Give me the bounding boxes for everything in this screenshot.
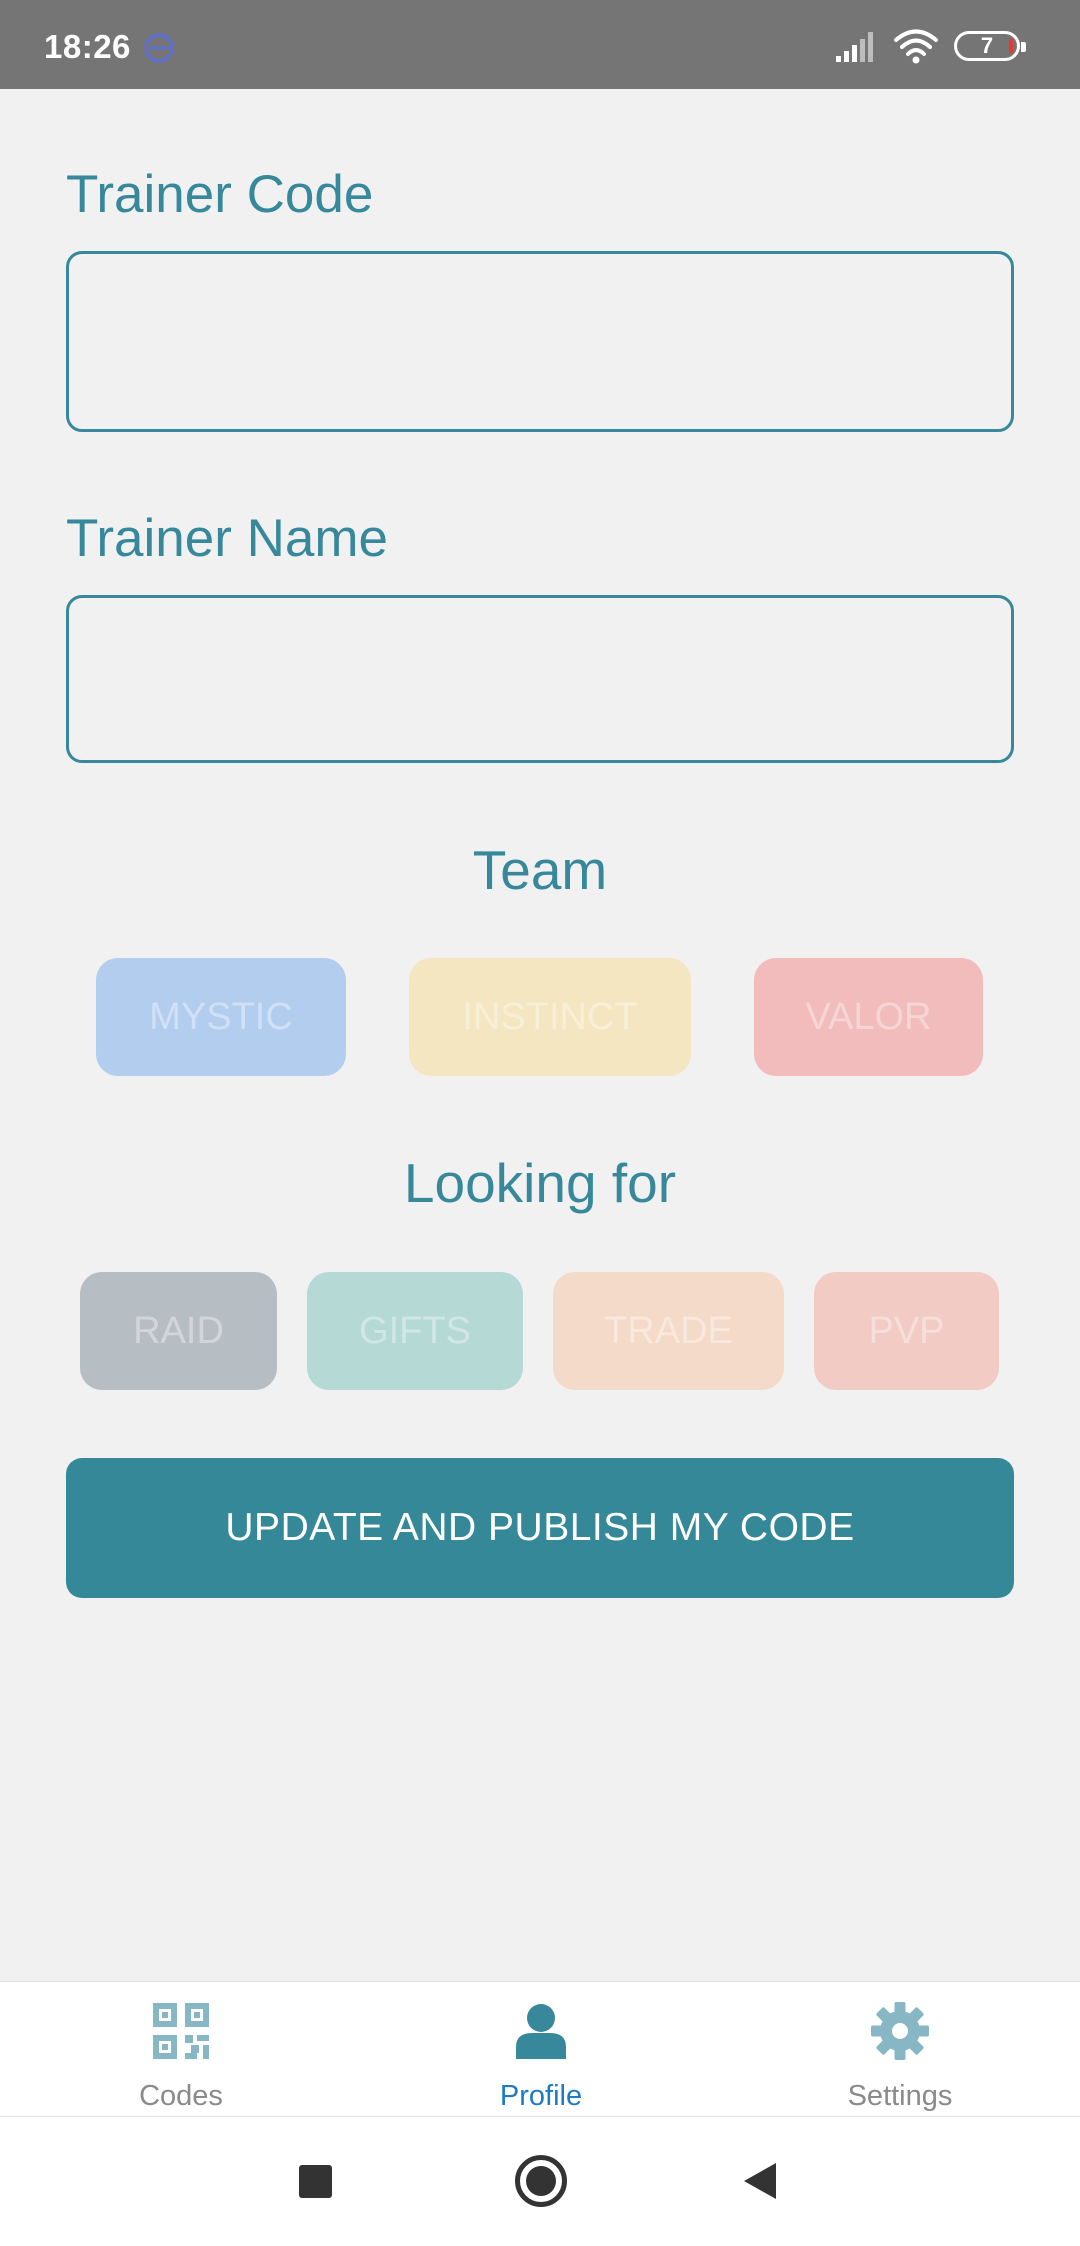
status-bar: 18:26 7 [0, 0, 1080, 89]
update-and-publish-button[interactable]: UPDATE AND PUBLISH MY CODE [66, 1458, 1014, 1598]
team-mystic-button[interactable]: MYSTIC [96, 958, 346, 1076]
profile-screen: 18:26 7 Trainer Code Trainer Name Team M… [0, 0, 1080, 2246]
home-button[interactable] [515, 2155, 567, 2207]
trainer-name-label: Trainer Name [66, 509, 389, 568]
nav-item-profile[interactable]: Profile [361, 1982, 721, 2118]
nav-label-settings: Settings [847, 2080, 953, 2112]
person-icon [516, 2004, 566, 2059]
wifi-icon [894, 29, 938, 64]
battery-icon: 7 [954, 31, 1026, 61]
qr-code-icon [153, 2003, 209, 2059]
battery-level: 7 [980, 33, 994, 58]
back-button[interactable] [742, 2161, 778, 2201]
nav-item-codes[interactable]: Codes [1, 1982, 361, 2118]
team-valor-button[interactable]: VALOR [754, 958, 983, 1076]
recent-apps-button[interactable] [299, 2165, 332, 2198]
trainer-name-input[interactable] [66, 595, 1014, 763]
gear-icon [871, 2002, 929, 2060]
looking-for-trade-button[interactable]: TRADE [553, 1272, 784, 1390]
nav-item-settings[interactable]: Settings [720, 1982, 1080, 2118]
bottom-navigation: Codes Profile Settings [0, 1981, 1080, 2117]
battery-cap [1021, 42, 1026, 52]
nav-label-profile: Profile [499, 2080, 583, 2112]
sync-icon [144, 33, 174, 63]
looking-for-pvp-button[interactable]: PVP [814, 1272, 999, 1390]
looking-for-raid-button[interactable]: RAID [80, 1272, 277, 1390]
home-button-dot [526, 2166, 556, 2196]
team-instinct-button[interactable]: INSTINCT [409, 958, 691, 1076]
team-heading: Team [472, 839, 608, 901]
cell-signal-icon [836, 32, 873, 62]
trainer-code-input[interactable] [66, 251, 1014, 432]
battery-low-indicator [1009, 39, 1013, 53]
system-navigation-bar [0, 2117, 1080, 2246]
trainer-code-label: Trainer Code [66, 165, 374, 224]
looking-for-heading: Looking for [403, 1152, 677, 1214]
looking-for-gifts-button[interactable]: GIFTS [307, 1272, 523, 1390]
status-time: 18:26 [44, 28, 131, 65]
nav-label-codes: Codes [139, 2080, 223, 2112]
